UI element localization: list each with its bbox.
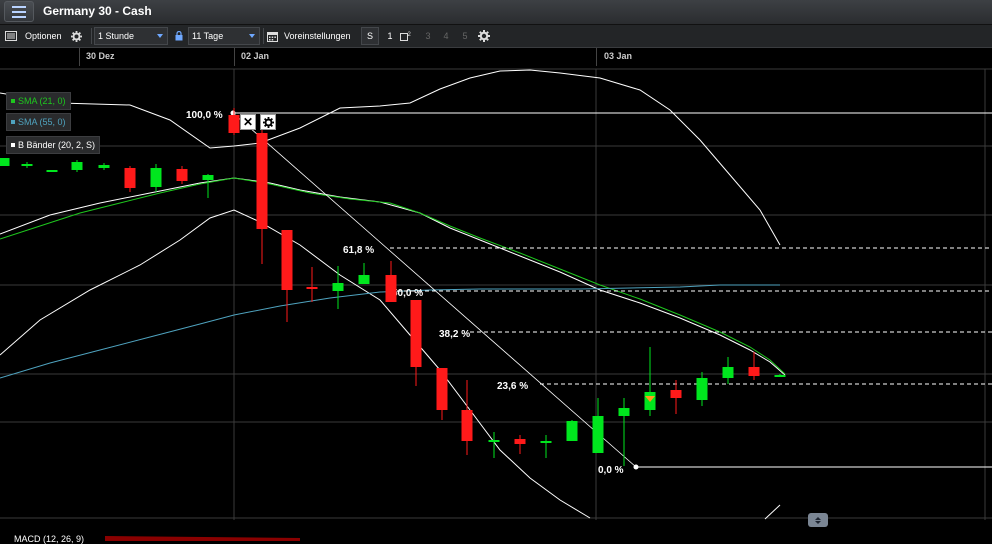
- candle-up: [150, 168, 162, 187]
- pane-resize-handle[interactable]: [808, 513, 828, 527]
- candle-down: [256, 133, 268, 229]
- macd-histogram: [105, 536, 300, 541]
- bollinger-swatch: [11, 143, 15, 147]
- candle-up: [540, 441, 552, 443]
- candle-up: [21, 164, 33, 166]
- fib-level-label: 61,8 %: [343, 245, 374, 256]
- candle-up: [332, 283, 344, 291]
- candle-up: [98, 165, 110, 168]
- fib-level-label: 38,2 %: [439, 329, 470, 340]
- fibonacci-retracement: 100,0 % 61,8 % 50,0 % 38,2 % 23,6 % 0,0 %: [186, 110, 992, 476]
- legend-label: B Bänder (20, 2, S): [18, 140, 96, 150]
- candle-up: [71, 162, 83, 170]
- bollinger-lower-tail: [764, 504, 781, 520]
- price-chart[interactable]: 100,0 % 61,8 % 50,0 % 38,2 % 23,6 % 0,0 %: [0, 0, 992, 541]
- candle-up: [202, 175, 214, 180]
- fib-trend-line: [232, 112, 637, 468]
- fib-level-label: 50,0 %: [392, 288, 423, 299]
- candle-down: [514, 439, 526, 444]
- macd-label: MACD (12, 26, 9): [14, 534, 85, 544]
- legend-label: SMA (21, 0): [18, 96, 66, 106]
- bollinger-upper: [0, 69, 781, 246]
- candle-up: [358, 275, 370, 284]
- close-icon[interactable]: ✕: [240, 114, 256, 130]
- gear-icon[interactable]: [260, 114, 276, 130]
- candle-down: [124, 168, 136, 188]
- candle-down: [436, 368, 448, 410]
- legend-sma21[interactable]: SMA (21, 0): [6, 92, 71, 110]
- candle-up: [722, 367, 734, 378]
- candle-down: [176, 169, 188, 181]
- candle-up: [696, 378, 708, 400]
- candle-down: [281, 230, 293, 290]
- fib-level-label: 0,0 %: [598, 465, 624, 476]
- candle-up: [566, 421, 578, 441]
- candle-up: [774, 375, 786, 377]
- fib-level-label: 23,6 %: [497, 381, 528, 392]
- candle-up: [488, 440, 500, 442]
- fib-anchor: [633, 464, 639, 470]
- candle-down: [410, 300, 422, 367]
- candle-up: [0, 158, 10, 166]
- candle-up: [46, 170, 58, 172]
- fib-anchor: [230, 110, 236, 116]
- candle-down: [748, 367, 760, 376]
- bollinger-lower: [0, 209, 591, 519]
- sma55-swatch: [11, 120, 15, 124]
- candle-down: [461, 410, 473, 441]
- sma21-swatch: [11, 99, 15, 103]
- candle-down: [385, 275, 397, 302]
- candle-up: [592, 416, 604, 453]
- fib-level-label: 100,0 %: [186, 110, 223, 121]
- candles: [0, 108, 786, 541]
- candle-down: [228, 115, 240, 133]
- legend-sma55[interactable]: SMA (55, 0): [6, 113, 71, 131]
- chart-grid: [0, 68, 992, 520]
- candle-up: [618, 408, 630, 416]
- legend-bollinger[interactable]: B Bänder (20, 2, S): [6, 136, 101, 154]
- candle-down: [670, 390, 682, 398]
- candle-down: [306, 287, 318, 289]
- legend-label: SMA (55, 0): [18, 117, 66, 127]
